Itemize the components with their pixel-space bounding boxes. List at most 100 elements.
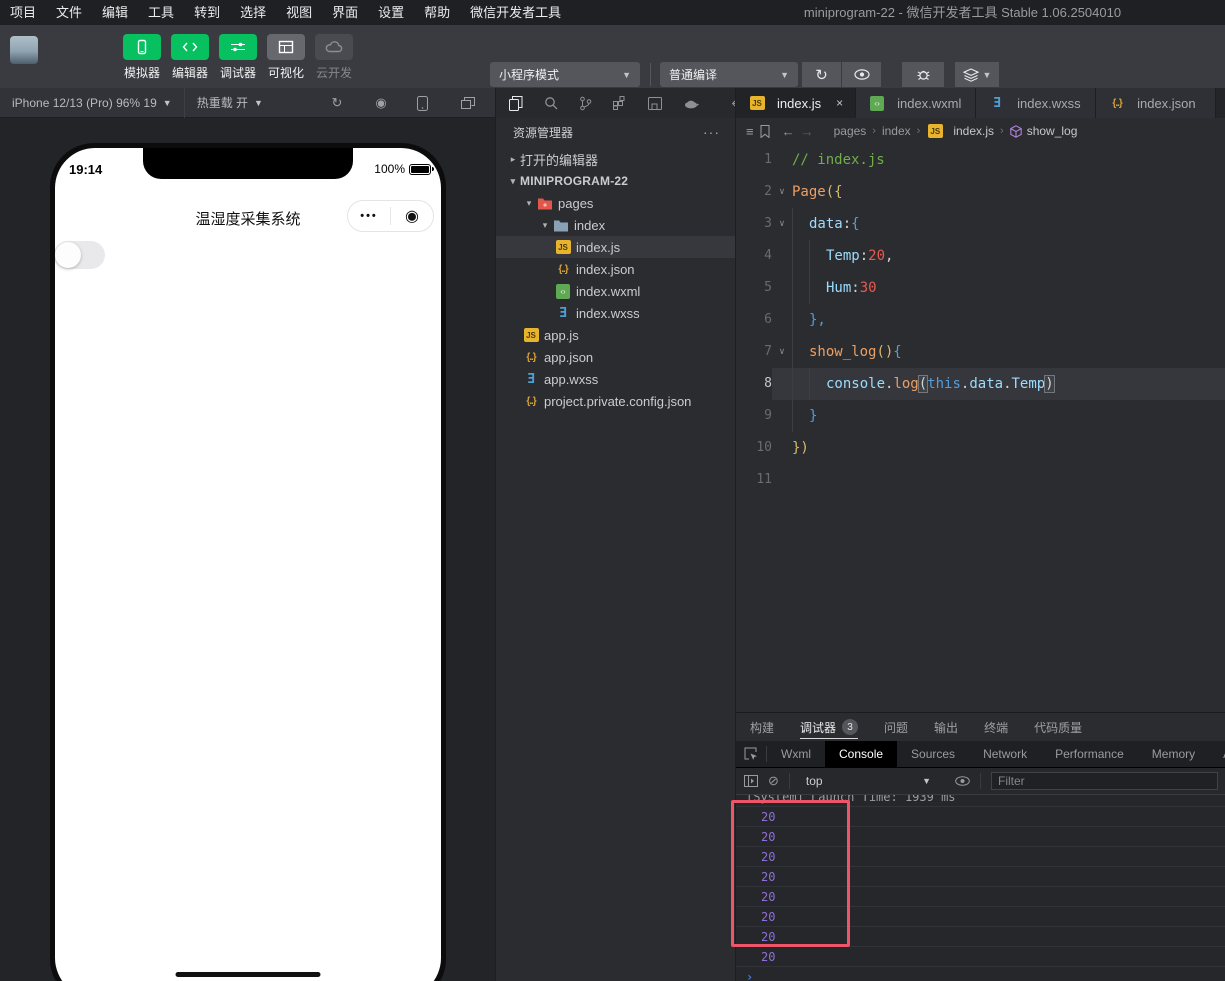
source-control-icon[interactable] bbox=[579, 96, 592, 111]
outline-icon[interactable]: ≡ bbox=[746, 124, 754, 139]
menu-item-5[interactable]: 转到 bbox=[184, 0, 230, 25]
wxss-file-icon: Ǝ bbox=[554, 306, 572, 321]
调试器-button[interactable]: 调试器 bbox=[214, 34, 262, 81]
bookmark-icon[interactable] bbox=[760, 125, 770, 138]
tree-item-MINIPROGRAM-22[interactable]: ▾MINIPROGRAM-22 bbox=[496, 170, 736, 192]
tree-item-index.json[interactable]: {..}index.json bbox=[496, 258, 736, 280]
menu-item-10[interactable]: 帮助 bbox=[414, 0, 460, 25]
模拟器-button[interactable]: 模拟器 bbox=[118, 34, 166, 81]
panel-tabs: 构建调试器3 问题输出 终端 代码质量 bbox=[736, 713, 1225, 741]
panel-tab-构建[interactable]: 构建 bbox=[750, 713, 774, 741]
console-prompt[interactable]: › bbox=[736, 967, 1225, 981]
context-select[interactable]: top▼ bbox=[806, 774, 931, 788]
fold-chevron-icon[interactable]: ∨ bbox=[772, 176, 792, 208]
tree-item-index[interactable]: ▾index bbox=[496, 214, 736, 236]
device-select[interactable]: iPhone 12/13 (Pro) 96% 19▼ bbox=[0, 88, 184, 118]
breadcrumb-index.js[interactable]: JSindex.js bbox=[926, 124, 994, 138]
tree-item-index.wxss[interactable]: Ǝindex.wxss bbox=[496, 302, 736, 324]
files-icon[interactable] bbox=[509, 96, 523, 111]
line-body: } bbox=[772, 400, 1225, 432]
tree-item-label: project.private.config.json bbox=[544, 394, 691, 409]
tree-item-打开的编辑器[interactable]: ▸打开的编辑器 bbox=[496, 148, 736, 170]
devtools-tab-Network[interactable]: Network bbox=[969, 741, 1041, 768]
menu-item-6[interactable]: 选择 bbox=[230, 0, 276, 25]
code-editor[interactable]: 1// index.js2∨Page({3∨data:{4Temp:20,5Hu… bbox=[736, 144, 1225, 712]
search-icon[interactable] bbox=[544, 96, 558, 110]
forward-icon[interactable]: → bbox=[801, 124, 814, 139]
more-dots-icon[interactable]: ••• bbox=[348, 210, 390, 222]
tree-item-app.js[interactable]: JSapp.js bbox=[496, 324, 736, 346]
json-file-icon: {..} bbox=[1108, 98, 1126, 109]
more-actions-icon[interactable]: ··· bbox=[703, 124, 720, 140]
devtools-tab-Memory[interactable]: Memory bbox=[1138, 741, 1209, 768]
show-sidebar-icon[interactable] bbox=[744, 775, 758, 787]
inspect-element-icon[interactable] bbox=[736, 747, 766, 761]
button-label: 编辑器 bbox=[172, 64, 208, 81]
breadcrumb-show_log[interactable]: show_log bbox=[1010, 124, 1078, 138]
menu-item-8[interactable]: 界面 bbox=[322, 0, 368, 25]
close-target-icon[interactable]: ◉ bbox=[391, 206, 433, 226]
menu-item-4[interactable]: 工具 bbox=[138, 0, 184, 25]
menu-item-3[interactable]: 编辑 bbox=[92, 0, 138, 25]
tea-icon[interactable] bbox=[683, 97, 699, 109]
clear-console-icon[interactable]: ⊘ bbox=[768, 773, 779, 789]
devtools-tab-Performance[interactable]: Performance bbox=[1041, 741, 1138, 768]
filter-input[interactable] bbox=[991, 772, 1218, 790]
code-line-7: 7∨show_log(){ bbox=[736, 336, 1225, 368]
device-frame-icon[interactable] bbox=[417, 96, 433, 111]
rotate-icon[interactable]: ↻ bbox=[329, 95, 345, 111]
npm-icon[interactable] bbox=[648, 97, 662, 110]
breadcrumb-separator: › bbox=[872, 125, 876, 137]
eye-icon[interactable] bbox=[955, 776, 970, 786]
capsule-menu[interactable]: ••• ◉ bbox=[347, 200, 434, 232]
devtools-tab-Sources[interactable]: Sources bbox=[897, 741, 969, 768]
switch-knob bbox=[55, 242, 81, 268]
可视化-button[interactable]: 可视化 bbox=[262, 34, 310, 81]
panel-tab-输出[interactable]: 输出 bbox=[934, 713, 958, 741]
tree-item-label: 打开的编辑器 bbox=[520, 150, 598, 169]
panel-tab-问题[interactable]: 问题 bbox=[884, 713, 908, 741]
back-icon[interactable]: ← bbox=[782, 124, 795, 139]
tree-item-app.json[interactable]: {..}app.json bbox=[496, 346, 736, 368]
devtools-tab-AppData[interactable]: AppData bbox=[1209, 741, 1225, 768]
close-icon[interactable]: × bbox=[836, 96, 843, 110]
panel-tab-代码质量[interactable]: 代码质量 bbox=[1034, 713, 1082, 741]
hot-reload-toggle[interactable]: 热重载 开▼ bbox=[184, 88, 275, 118]
tab-index.json[interactable]: {..}index.json bbox=[1096, 88, 1216, 118]
tab-index.js[interactable]: JSindex.js× bbox=[736, 88, 856, 118]
compile-select[interactable]: 普通编译▼ bbox=[660, 62, 798, 87]
record-icon[interactable]: ◉ bbox=[373, 95, 389, 111]
tree-item-app.wxss[interactable]: Ǝapp.wxss bbox=[496, 368, 736, 390]
breadcrumb-index[interactable]: index bbox=[882, 124, 911, 138]
tree-item-index.js[interactable]: JSindex.js bbox=[496, 236, 736, 258]
menu-item-2[interactable]: 文件 bbox=[46, 0, 92, 25]
detach-window-icon[interactable] bbox=[461, 97, 477, 109]
云开发-button[interactable]: 云开发 bbox=[310, 34, 358, 81]
fold-chevron-icon[interactable]: ∨ bbox=[772, 208, 792, 240]
panel-tab-label: 终端 bbox=[984, 719, 1008, 736]
tree-item-label: index.wxml bbox=[576, 284, 640, 299]
devtools-tab-Console[interactable]: Console bbox=[825, 741, 897, 768]
tab-index.wxss[interactable]: Ǝindex.wxss bbox=[976, 88, 1096, 118]
console-divider bbox=[789, 773, 790, 789]
tab-index.wxml[interactable]: ‹›index.wxml bbox=[856, 88, 976, 118]
menu-item-11[interactable]: 微信开发者工具 bbox=[460, 0, 571, 25]
fold-gutter bbox=[772, 400, 792, 432]
mode-select[interactable]: 小程序模式▼ bbox=[490, 62, 640, 87]
breadcrumb-pages[interactable]: pages bbox=[834, 124, 867, 138]
panel-tab-调试器[interactable]: 调试器3 bbox=[800, 713, 858, 741]
tree-item-pages[interactable]: ▾pages bbox=[496, 192, 736, 214]
breadcrumb-separator: › bbox=[1000, 125, 1004, 137]
menu-item-7[interactable]: 视图 bbox=[276, 0, 322, 25]
tree-item-index.wxml[interactable]: ‹›index.wxml bbox=[496, 280, 736, 302]
menu-item-1[interactable]: 项目 bbox=[0, 0, 46, 25]
编辑器-button[interactable]: 编辑器 bbox=[166, 34, 214, 81]
extensions-icon[interactable] bbox=[613, 96, 627, 110]
avatar[interactable] bbox=[10, 36, 38, 64]
devtools-tab-Wxml[interactable]: Wxml bbox=[767, 741, 825, 768]
tree-item-project.private.config.json[interactable]: {..}project.private.config.json bbox=[496, 390, 736, 412]
menu-item-9[interactable]: 设置 bbox=[368, 0, 414, 25]
switch-control[interactable] bbox=[55, 241, 105, 269]
fold-chevron-icon[interactable]: ∨ bbox=[772, 336, 792, 368]
panel-tab-终端[interactable]: 终端 bbox=[984, 713, 1008, 741]
